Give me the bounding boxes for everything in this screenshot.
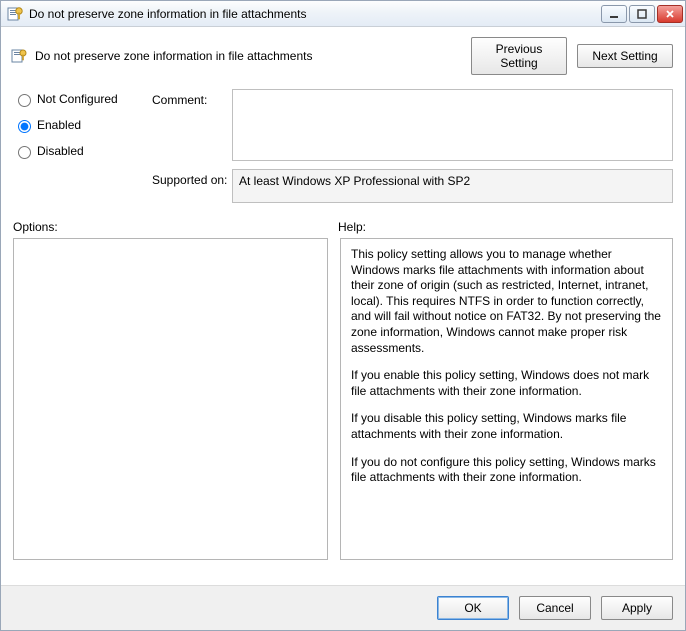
- radio-disabled-label: Disabled: [37, 144, 84, 158]
- policy-icon: [7, 6, 23, 22]
- radio-not-configured-input[interactable]: [18, 94, 31, 107]
- previous-setting-button[interactable]: Previous Setting: [471, 37, 567, 75]
- supported-on-value: [232, 169, 673, 203]
- options-pane: [13, 238, 328, 560]
- cancel-button[interactable]: Cancel: [519, 596, 591, 620]
- ok-button[interactable]: OK: [437, 596, 509, 620]
- options-label: Options:: [13, 220, 338, 234]
- panes: This policy setting allows you to manage…: [1, 238, 685, 577]
- titlebar: Do not preserve zone information in file…: [1, 1, 685, 27]
- next-setting-button[interactable]: Next Setting: [577, 44, 673, 68]
- window-title: Do not preserve zone information in file…: [29, 7, 601, 21]
- settings-area: Not Configured Enabled Disabled Comment:…: [1, 89, 685, 206]
- maximize-icon: [637, 9, 647, 19]
- help-paragraph: If you do not configure this policy sett…: [351, 455, 662, 486]
- close-icon: [665, 9, 675, 19]
- comment-textarea[interactable]: [232, 89, 673, 161]
- state-radio-group: Not Configured Enabled Disabled: [13, 89, 148, 206]
- maximize-button[interactable]: [629, 5, 655, 23]
- apply-button[interactable]: Apply: [601, 596, 673, 620]
- radio-enabled-label: Enabled: [37, 118, 81, 132]
- help-paragraph: If you disable this policy setting, Wind…: [351, 411, 662, 442]
- comment-label: Comment:: [152, 89, 228, 161]
- minimize-button[interactable]: [601, 5, 627, 23]
- mid-labels: Options: Help:: [1, 206, 685, 238]
- minimize-icon: [609, 9, 619, 19]
- header-row: Do not preserve zone information in file…: [1, 27, 685, 79]
- radio-disabled-input[interactable]: [18, 146, 31, 159]
- help-paragraph: If you enable this policy setting, Windo…: [351, 368, 662, 399]
- help-pane: This policy setting allows you to manage…: [340, 238, 673, 560]
- supported-on-label: Supported on:: [152, 161, 228, 206]
- help-paragraph: This policy setting allows you to manage…: [351, 247, 662, 356]
- radio-enabled[interactable]: Enabled: [13, 117, 148, 133]
- radio-disabled[interactable]: Disabled: [13, 143, 148, 159]
- help-label: Help:: [338, 220, 366, 234]
- radio-not-configured[interactable]: Not Configured: [13, 91, 148, 107]
- dialog-window: Do not preserve zone information in file…: [0, 0, 686, 631]
- radio-not-configured-label: Not Configured: [37, 92, 118, 106]
- radio-enabled-input[interactable]: [18, 120, 31, 133]
- close-button[interactable]: [657, 5, 683, 23]
- policy-title: Do not preserve zone information in file…: [35, 49, 461, 63]
- dialog-footer: OK Cancel Apply: [1, 585, 685, 630]
- window-controls: [601, 5, 683, 23]
- policy-icon: [11, 48, 27, 64]
